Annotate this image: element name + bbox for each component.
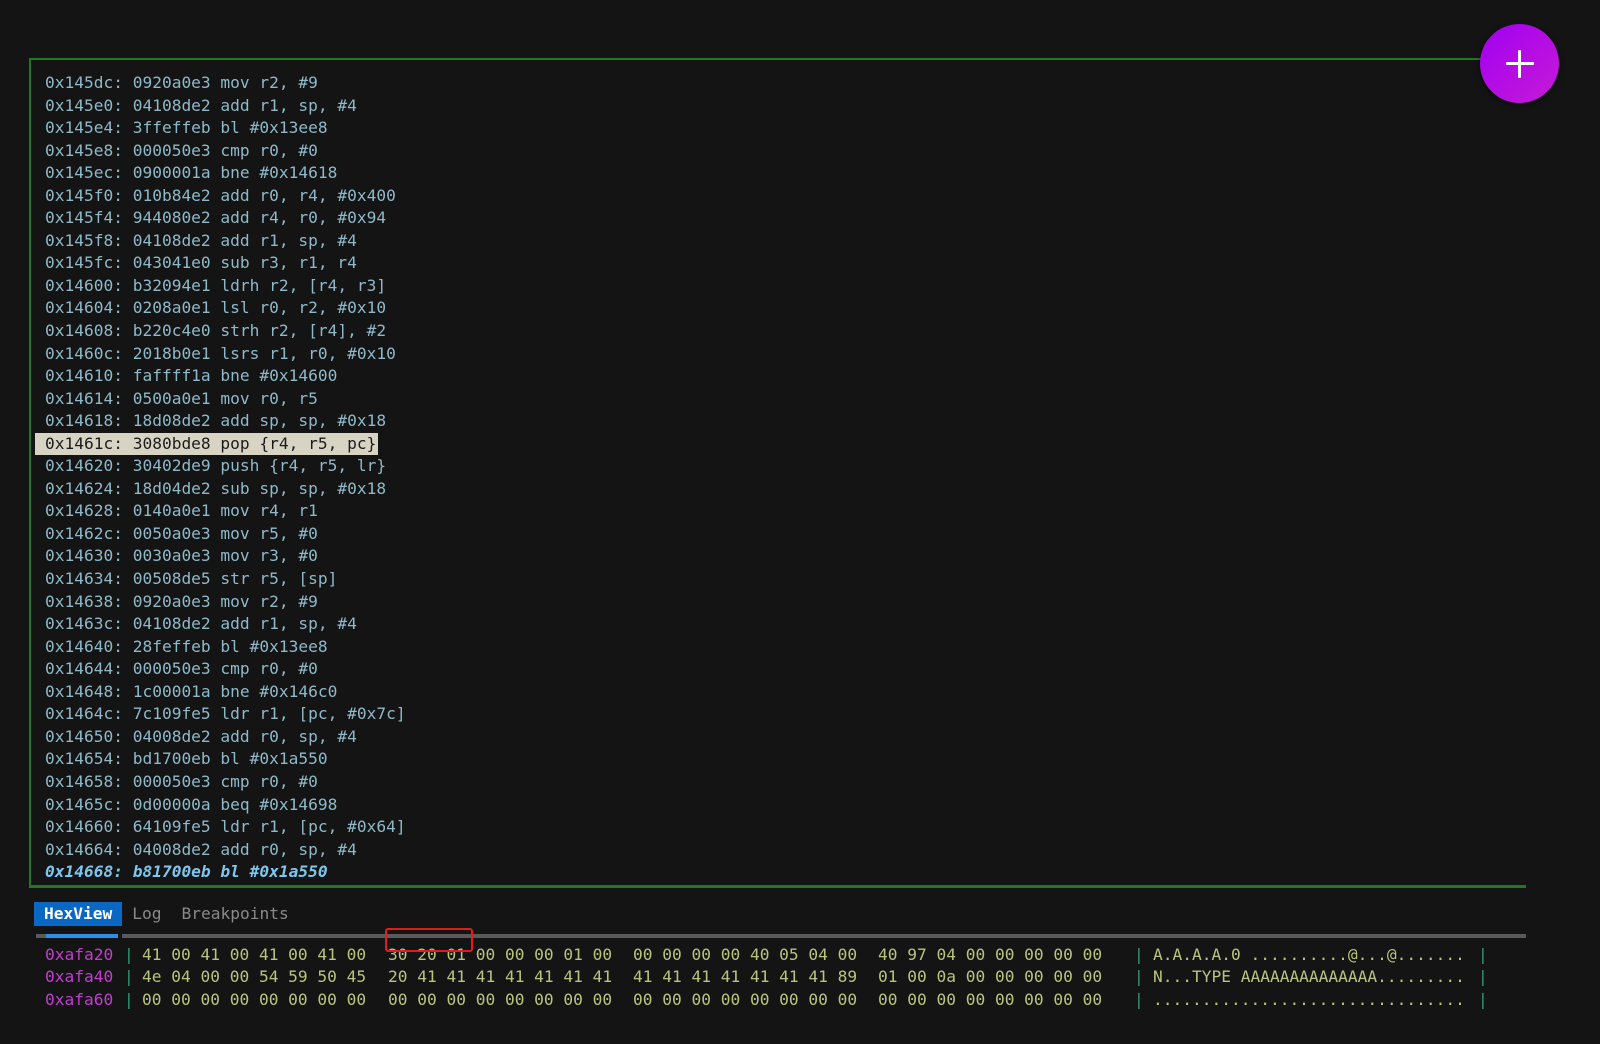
- hex-address: 0xafa40: [45, 967, 114, 987]
- hex-byte-group[interactable]: 00 00 00 00 00 00 00 00: [142, 989, 366, 1012]
- disassembly-list[interactable]: 0x145dc: 0920a0e3 mov r2, #9 0x145e0: 041…: [35, 72, 406, 884]
- highlighted-bytes-box: [385, 928, 473, 952]
- disassembly-line[interactable]: 0x1463c: 04108de2 add r1, sp, #4: [35, 613, 406, 636]
- hex-byte-group[interactable]: 00 00 00 00 00 00 00 00: [388, 989, 612, 1012]
- hex-address: 0xafa60: [45, 989, 114, 1009]
- tab-log[interactable]: Log: [122, 902, 171, 926]
- disassembly-panel: 0x145dc: 0920a0e3 mov r2, #9 0x145e0: 041…: [29, 58, 1526, 888]
- ascii-separator-left: |: [1134, 967, 1144, 987]
- disassembly-line[interactable]: 0x14660: 64109fe5 ldr r1, [pc, #0x64]: [35, 816, 406, 839]
- hex-row[interactable]: 0xafa40 | 4e 04 00 00 54 59 50 45 20 41 41 …: [0, 966, 1600, 989]
- ascii-separator-left: |: [1134, 989, 1144, 1009]
- disassembly-line[interactable]: 0x14650: 04008de2 add r0, sp, #4: [35, 726, 406, 749]
- disassembly-line[interactable]: 0x14668: b81700eb bl #0x1a550: [35, 861, 406, 884]
- hex-byte-group[interactable]: 40 97 04 00 00 00 00 00: [878, 944, 1102, 967]
- disassembly-line[interactable]: 0x14600: b32094e1 ldrh r2, [r4, r3]: [35, 275, 406, 298]
- hex-byte-group[interactable]: 00 00 00 00 00 00 00 00: [633, 989, 857, 1012]
- add-button[interactable]: [1480, 24, 1559, 103]
- disassembly-line[interactable]: 0x14620: 30402de9 push {r4, r5, lr}: [35, 455, 406, 478]
- disassembly-line[interactable]: 0x1465c: 0d00000a beq #0x14698: [35, 794, 406, 817]
- disassembly-line[interactable]: 0x14648: 1c00001a bne #0x146c0: [35, 681, 406, 704]
- hex-byte-group[interactable]: 01 00 0a 00 00 00 00 00: [878, 966, 1102, 989]
- hex-separator: |: [124, 967, 134, 987]
- hex-byte-group[interactable]: 00 00 00 00 40 05 04 00: [633, 944, 857, 967]
- panel-bottom-edge: [0, 1014, 1600, 1044]
- disassembly-line[interactable]: 0x1462c: 0050a0e3 mov r5, #0: [35, 523, 406, 546]
- hex-byte-group[interactable]: 00 00 00 00 00 00 00 00: [878, 989, 1102, 1012]
- hex-separator: |: [124, 945, 134, 964]
- disassembly-line[interactable]: 0x145ec: 0900001a bne #0x14618: [35, 162, 406, 185]
- disassembly-line[interactable]: 0x14644: 000050e3 cmp r0, #0: [35, 658, 406, 681]
- hex-ascii: ................................: [1153, 989, 1465, 1009]
- disassembly-line[interactable]: 0x14634: 00508de5 str r5, [sp]: [35, 568, 406, 591]
- disassembly-line[interactable]: 0x14638: 0920a0e3 mov r2, #9: [35, 591, 406, 614]
- ascii-separator-left: |: [1134, 945, 1144, 964]
- disassembly-line[interactable]: 0x145f4: 944080e2 add r4, r0, #0x94: [35, 207, 406, 230]
- tab-underline: [36, 934, 1526, 938]
- disassembly-line[interactable]: 0x145e8: 000050e3 cmp r0, #0: [35, 140, 406, 163]
- disassembly-line[interactable]: 0x145fc: 043041e0 sub r3, r1, r4: [35, 252, 406, 275]
- disassembly-line[interactable]: 0x1464c: 7c109fe5 ldr r1, [pc, #0x7c]: [35, 703, 406, 726]
- disassembly-line[interactable]: 0x145f0: 010b84e2 add r0, r4, #0x400: [35, 185, 406, 208]
- disassembly-line[interactable]: 0x145e4: 3ffeffeb bl #0x13ee8: [35, 117, 406, 140]
- hex-ascii: A.A.A.A.0 ..........@...@.......: [1153, 945, 1465, 964]
- hex-separator: |: [124, 989, 134, 1009]
- tab-breakpoints[interactable]: Breakpoints: [171, 902, 298, 926]
- hex-row[interactable]: 0xafa60 | 00 00 00 00 00 00 00 00 00 00 00 …: [0, 989, 1600, 1012]
- disassembly-line[interactable]: 0x14610: faffff1a bne #0x14600: [35, 365, 406, 388]
- disassembly-line[interactable]: 0x14658: 000050e3 cmp r0, #0: [35, 771, 406, 794]
- plus-icon-vertical: [1518, 49, 1521, 78]
- hex-byte-group[interactable]: 41 00 41 00 41 00 41 00: [142, 944, 366, 967]
- disassembly-line[interactable]: 0x14624: 18d04de2 sub sp, sp, #0x18: [35, 478, 406, 501]
- disassembly-line[interactable]: 0x145e0: 04108de2 add r1, sp, #4: [35, 95, 406, 118]
- ascii-separator-right: |: [1478, 967, 1488, 987]
- bottom-tabs: HexView Log Breakpoints: [34, 902, 299, 926]
- active-tab-indicator: [46, 934, 118, 938]
- disassembly-line[interactable]: 0x14604: 0208a0e1 lsl r0, r2, #0x10: [35, 297, 406, 320]
- hex-row[interactable]: 0xafa20 | 41 00 41 00 41 00 41 00 30 20 01 …: [0, 944, 1600, 967]
- hex-address: 0xafa20: [45, 945, 114, 964]
- disassembly-line[interactable]: 0x14618: 18d08de2 add sp, sp, #0x18: [35, 410, 406, 433]
- disassembly-line[interactable]: 0x14614: 0500a0e1 mov r0, r5: [35, 388, 406, 411]
- ascii-separator-right: |: [1478, 989, 1488, 1009]
- disassembly-line[interactable]: 0x145dc: 0920a0e3 mov r2, #9: [35, 72, 406, 95]
- hex-byte-group[interactable]: 4e 04 00 00 54 59 50 45: [142, 966, 366, 989]
- disassembly-line[interactable]: 0x14664: 04008de2 add r0, sp, #4: [35, 839, 406, 862]
- hex-byte-group[interactable]: 20 41 41 41 41 41 41 41: [388, 966, 612, 989]
- disassembly-line[interactable]: 0x14608: b220c4e0 strh r2, [r4], #2: [35, 320, 406, 343]
- disassembly-line[interactable]: 0x14630: 0030a0e3 mov r3, #0: [35, 545, 406, 568]
- hex-ascii: N...TYPE AAAAAAAAAAAAAA.........: [1153, 967, 1465, 987]
- tab-hexview[interactable]: HexView: [34, 902, 123, 926]
- hex-byte-group[interactable]: 41 41 41 41 41 41 41 89: [633, 966, 857, 989]
- disassembly-line[interactable]: 0x1460c: 2018b0e1 lsrs r1, r0, #0x10: [35, 343, 406, 366]
- disassembly-line[interactable]: 0x145f8: 04108de2 add r1, sp, #4: [35, 230, 406, 253]
- disassembly-line[interactable]: 0x14654: bd1700eb bl #0x1a550: [35, 748, 406, 771]
- disassembly-line[interactable]: 0x14628: 0140a0e1 mov r4, r1: [35, 500, 406, 523]
- disassembly-line[interactable]: 0x14640: 28feffeb bl #0x13ee8: [35, 636, 406, 659]
- ascii-separator-right: |: [1478, 945, 1488, 964]
- disassembly-line[interactable]: 0x1461c: 3080bde8 pop {r4, r5, pc}: [35, 432, 379, 456]
